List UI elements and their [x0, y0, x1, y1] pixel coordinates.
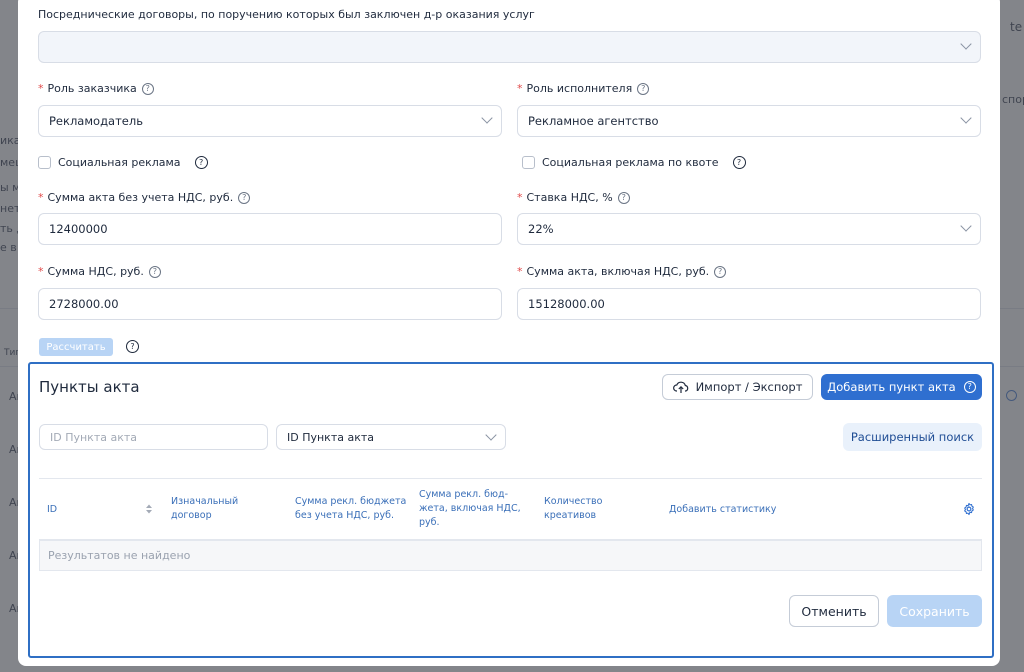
required-mark: * [38, 265, 44, 278]
executor-role-value: Рекламное агентство [528, 114, 659, 128]
vat-rate-value: 22% [528, 222, 554, 236]
column-header-id[interactable]: ID [47, 503, 57, 517]
help-icon[interactable]: ? [126, 340, 139, 353]
import-export-label: Импорт / Экспорт [695, 380, 803, 394]
amount-no-vat-label: * Сумма акта без учета НДС, руб. ? [38, 191, 251, 204]
required-mark: * [517, 265, 523, 278]
column-header-original-contract: Изначальный договор [171, 496, 239, 521]
act-items-title: Пункты акта [39, 378, 140, 396]
social-ad-quota-checkbox[interactable] [522, 156, 535, 169]
customer-role-label: * Роль заказчика ? [38, 82, 154, 95]
calculate-button[interactable]: Рассчитать [39, 338, 113, 356]
column-header-add-statistics: Добавить статистику [669, 504, 777, 515]
empty-results-row: Результатов не найдено [39, 540, 982, 571]
amount-with-vat-input[interactable]: 15128000.00 [517, 288, 981, 320]
intermediary-contracts-label: Посреднические договоры, по поручению ко… [38, 8, 535, 21]
help-icon[interactable]: ? [141, 82, 154, 95]
help-icon[interactable]: ? [637, 82, 650, 95]
cancel-button[interactable]: Отменить [789, 595, 879, 627]
social-ad-checkbox[interactable] [38, 156, 51, 169]
help-icon[interactable]: ? [194, 156, 208, 169]
customer-role-label-text: Роль заказчика [47, 82, 137, 95]
help-icon[interactable]: ? [617, 191, 630, 204]
executor-role-select[interactable]: Рекламное агентство [517, 105, 981, 137]
add-act-item-button[interactable]: Добавить пункт акта ? [821, 374, 982, 400]
vat-amount-value: 2728000.00 [49, 297, 119, 311]
social-ad-label: Социальная реклама ? [58, 156, 208, 169]
required-mark: * [517, 82, 523, 95]
column-header-creatives-count: Количество креативов [544, 496, 603, 521]
customer-role-select[interactable]: Рекламодатель [38, 105, 502, 137]
amount-no-vat-input[interactable]: 12400000 [38, 213, 502, 245]
help-icon[interactable]: ? [148, 265, 161, 278]
vat-rate-label-text: Ставка НДС, % [526, 191, 613, 204]
social-ad-quota-label: Социальная реклама по квоте ? [542, 156, 746, 169]
gear-icon[interactable] [962, 502, 976, 516]
import-export-button[interactable]: Импорт / Экспорт [662, 374, 813, 400]
required-mark: * [38, 191, 44, 204]
act-modal: Посреднические договоры, по поручению ко… [18, 0, 1000, 666]
amount-no-vat-value: 12400000 [49, 222, 108, 236]
amount-with-vat-value: 15128000.00 [528, 297, 605, 311]
vat-amount-label-text: Сумма НДС, руб. [47, 265, 144, 278]
vat-amount-input[interactable]: 2728000.00 [38, 288, 502, 320]
help-icon[interactable]: ? [714, 265, 727, 278]
search-type-value: ID Пункта акта [287, 430, 375, 444]
search-placeholder: ID Пункта акта [50, 430, 138, 444]
chevron-down-icon [960, 220, 972, 232]
executor-role-label-text: Роль исполнителя [526, 82, 633, 95]
amount-no-vat-label-text: Сумма акта без учета НДС, руб. [47, 191, 234, 204]
social-ad-label-text: Социальная реклама [58, 156, 181, 169]
advanced-search-button[interactable]: Расширенный поиск [843, 423, 982, 451]
intermediary-contracts-select[interactable] [38, 31, 981, 63]
save-button[interactable]: Сохранить [887, 595, 982, 627]
social-ad-quota-label-text: Социальная реклама по квоте [542, 156, 719, 169]
column-header-budget-with-vat: Сумма рекл. бюд-жета, включая НДС, руб. [419, 489, 521, 528]
act-items-table-header: ID Изначальный договор Сумма рекл. бюдже… [39, 478, 982, 540]
sort-icon[interactable] [145, 503, 153, 515]
amount-with-vat-label: * Сумма акта, включая НДС, руб. ? [517, 265, 727, 278]
act-item-id-search-input[interactable]: ID Пункта акта [39, 424, 268, 450]
chevron-down-icon [960, 112, 972, 124]
chevron-down-icon [485, 429, 497, 441]
required-mark: * [38, 82, 44, 95]
add-act-item-label: Добавить пункт акта [827, 380, 956, 394]
cloud-upload-icon [672, 381, 688, 393]
chevron-down-icon [481, 112, 493, 124]
column-header-budget-no-vat: Сумма рекл. бюджета без учета НДС, руб. [295, 496, 407, 521]
vat-amount-label: * Сумма НДС, руб. ? [38, 265, 161, 278]
vat-rate-select[interactable]: 22% [517, 213, 981, 245]
help-icon: ? [963, 381, 976, 393]
help-icon[interactable]: ? [238, 191, 251, 204]
customer-role-value: Рекламодатель [49, 114, 143, 128]
chevron-down-icon [960, 38, 972, 50]
vat-rate-label: * Ставка НДС, % ? [517, 191, 630, 204]
act-items-section: Пункты акта Импорт / Экспорт Добавить пу… [28, 362, 994, 658]
executor-role-label: * Роль исполнителя ? [517, 82, 650, 95]
amount-with-vat-label-text: Сумма акта, включая НДС, руб. [526, 265, 710, 278]
search-type-select[interactable]: ID Пункта акта [276, 424, 506, 450]
required-mark: * [517, 191, 523, 204]
help-icon[interactable]: ? [732, 156, 746, 169]
